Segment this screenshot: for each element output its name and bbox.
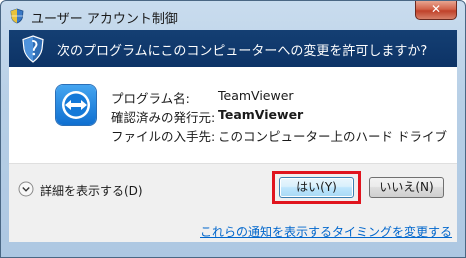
question-text: 次のプログラムにこのコンピューターへの変更を許可しますか?	[57, 44, 428, 59]
uac-shield-icon	[22, 35, 44, 63]
close-button[interactable]: ✕	[415, 1, 457, 20]
program-name-value: TeamViewer	[218, 88, 294, 103]
program-name-label: プログラム名:	[111, 91, 190, 106]
dialog-footer: 詳細を表示する(D) はい(Y) いいえ(N) これらの通知を表示するタイミング…	[9, 163, 457, 242]
file-origin-label: ファイルの入手先:	[111, 129, 216, 144]
file-origin-value: このコンピューター上のハード ドライブ	[218, 129, 447, 144]
teamviewer-icon	[56, 85, 96, 125]
title-bar[interactable]: ユーザー アカウント制御 ✕	[1, 1, 465, 31]
uac-shield-small-icon	[10, 8, 24, 24]
uac-dialog: ユーザー アカウント制御 ✕ 次のプログラムにこのコンピューターへの変更を許可し…	[0, 0, 466, 258]
no-button[interactable]: いいえ(N)	[369, 177, 444, 198]
chevron-down-icon	[18, 181, 34, 197]
notification-settings-link[interactable]: これらの通知を表示するタイミングを変更する	[200, 223, 452, 240]
teamviewer-logo-icon	[62, 91, 90, 119]
close-icon: ✕	[430, 2, 442, 16]
show-details-label: 詳細を表示する(D)	[40, 184, 143, 198]
question-header: 次のプログラムにこのコンピューターへの変更を許可しますか?	[9, 30, 457, 67]
window-title: ユーザー アカウント制御	[31, 12, 178, 27]
program-info: プログラム名: TeamViewer 確認済みの発行元: TeamViewer …	[9, 67, 457, 163]
yes-button[interactable]: はい(Y)	[279, 177, 354, 198]
publisher-value: TeamViewer	[218, 107, 304, 122]
publisher-label: 確認済みの発行元:	[111, 110, 216, 125]
